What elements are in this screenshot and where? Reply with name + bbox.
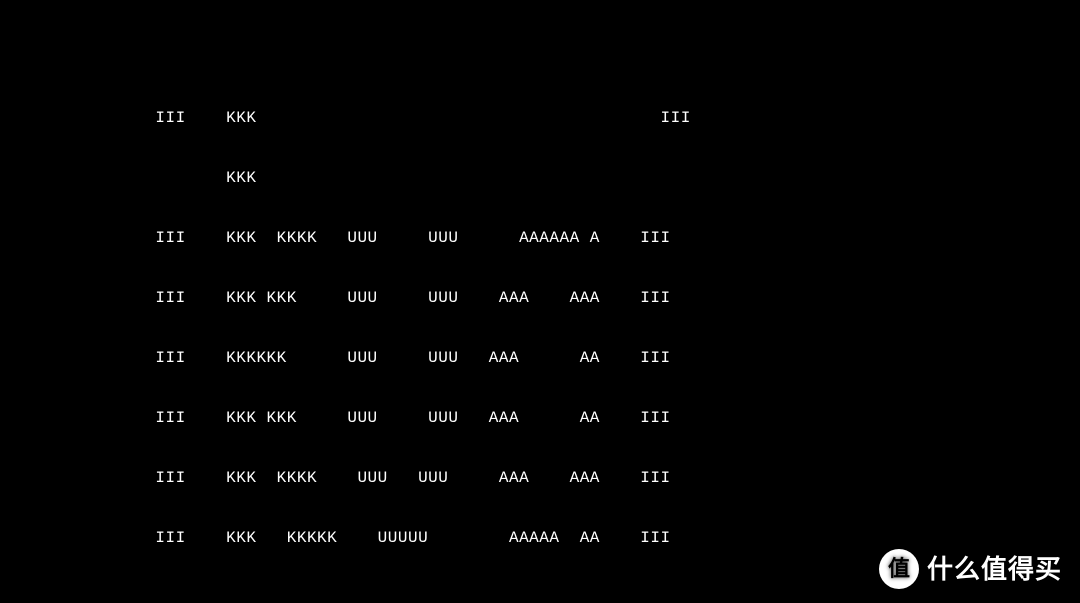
ascii-row-3: III KKK KKK UUU UUU AAA AAA III (14, 288, 1066, 308)
watermark-text: 什么值得买 (927, 553, 1062, 586)
watermark-badge-icon: 值 (879, 549, 919, 589)
ascii-row-4: III KKKKKK UUU UUU AAA AA III (14, 348, 1066, 368)
ascii-row-1: KKK (14, 168, 1066, 188)
ascii-row-2: III KKK KKKK UUU UUU AAAAAA A III (14, 228, 1066, 248)
ascii-row-7: III KKK KKKKK UUUUU AAAAA AA III (14, 528, 1066, 548)
ascii-row-6: III KKK KKKK UUU UUU AAA AAA III (14, 468, 1066, 488)
ascii-row-5: III KKK KKK UUU UUU AAA AA III (14, 408, 1066, 428)
ascii-row-0: III KKK III (14, 108, 1066, 128)
ascii-logo: III KKK III KKK III KKK KKKK UUU UUU AAA… (14, 68, 1066, 588)
terminal-screen[interactable]: III KKK III KKK III KKK KKKK UUU UUU AAA… (0, 0, 1080, 603)
watermark: 值 什么值得买 (879, 549, 1062, 589)
